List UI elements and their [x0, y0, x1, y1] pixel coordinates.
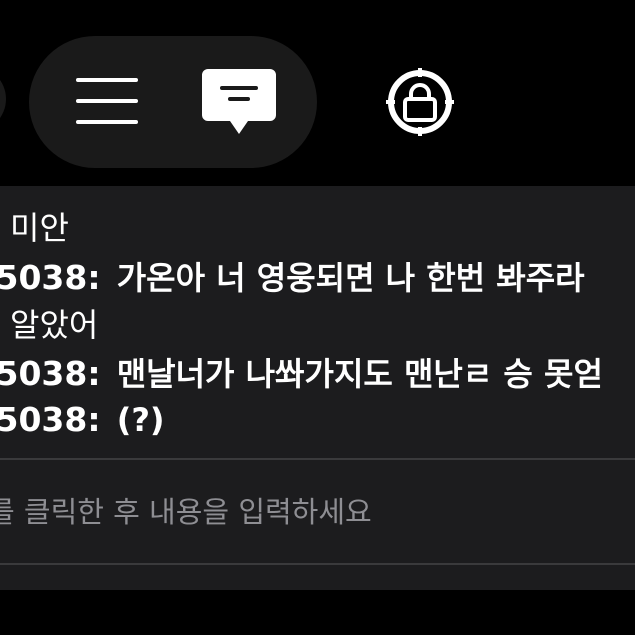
message-text: 미안: [10, 209, 69, 247]
message-text: 알았어: [10, 306, 99, 344]
chat-log[interactable]: 미안 n5038: 가온아 너 영웅되면 나 한번 봐주라 알았어 n5038:…: [0, 204, 635, 444]
chat-message: n5038: 가온아 너 영웅되면 나 한번 봐주라: [0, 258, 607, 298]
divider: [0, 563, 635, 565]
chat-message: n5038: 맨날너가 나쏴가지도 맨난ㄹ 승 못얻: [0, 354, 625, 394]
chat-button[interactable]: [202, 69, 276, 135]
lock-button[interactable]: [385, 68, 455, 136]
message-text: (?): [116, 401, 165, 439]
menu-bar: [76, 99, 138, 103]
menu-button[interactable]: [76, 76, 138, 126]
message-sender: n5038:: [0, 354, 101, 393]
chat-message: n5038: (?): [0, 400, 187, 440]
chat-message: 미안: [0, 208, 69, 248]
message-text: 가온아 너 영웅되면 나 한번 봐주라: [116, 259, 585, 297]
lock-icon: [386, 68, 454, 136]
menu-bar: [76, 78, 138, 82]
chat-message: 알았어: [0, 305, 98, 345]
partial-toolbar-button[interactable]: [0, 66, 6, 132]
menu-bar: [76, 120, 138, 124]
message-text: 맨날너가 나쏴가지도 맨난ㄹ 승 못얻: [116, 355, 603, 393]
game-screen: 미안 n5038: 가온아 너 영웅되면 나 한번 봐주라 알았어 n5038:…: [0, 0, 635, 635]
chat-input-placeholder[interactable]: 를 클릭한 후 내용을 입력하세요: [0, 492, 372, 532]
chat-bubble-icon: [202, 69, 276, 134]
message-sender: n5038:: [0, 400, 101, 439]
message-sender: n5038:: [0, 258, 101, 297]
